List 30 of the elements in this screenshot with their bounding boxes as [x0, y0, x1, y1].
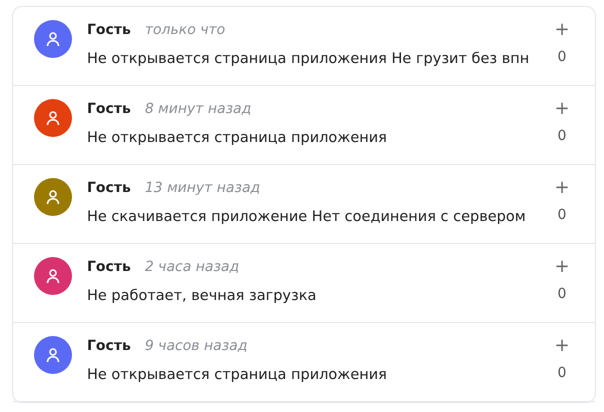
comment-time: 9 часов назад	[144, 337, 248, 356]
vote-count: 0	[558, 285, 566, 304]
author-name: Гость	[87, 100, 131, 119]
upvote-button[interactable]: +	[554, 257, 570, 277]
user-icon	[45, 268, 61, 284]
upvote-button[interactable]: +	[554, 99, 570, 119]
author-name: Гость	[87, 337, 131, 356]
comment-text: Не скачивается приложение Нет соединения с сервером	[87, 208, 527, 227]
vote-count: 0	[558, 127, 566, 146]
comment-text: Не работает, вечная загрузка	[87, 287, 318, 306]
upvote-button[interactable]: +	[554, 20, 570, 40]
vote-count: 0	[558, 364, 566, 383]
upvote-button[interactable]: +	[554, 178, 570, 198]
comment-time: 8 минут назад	[144, 100, 252, 119]
author-name: Гость	[87, 179, 131, 198]
author-name: Гость	[87, 258, 131, 277]
comment-time: 13 минут назад	[144, 179, 260, 198]
comment-text: Не открывается страница приложения Не грузит без впн	[87, 50, 530, 69]
vote-count: 0	[558, 206, 566, 225]
user-icon	[45, 347, 61, 363]
author-name: Гость	[87, 21, 131, 40]
comment-text: Не открывается страница приложения	[87, 366, 388, 385]
user-icon	[45, 110, 61, 126]
comment-time: 2 часа назад	[144, 258, 240, 277]
comment-text: Не открывается страница приложения	[87, 129, 388, 148]
upvote-button[interactable]: +	[554, 336, 570, 356]
vote-count: 0	[558, 48, 566, 67]
user-icon	[45, 189, 61, 205]
user-icon	[45, 31, 61, 47]
comment-time: только что	[144, 21, 226, 40]
